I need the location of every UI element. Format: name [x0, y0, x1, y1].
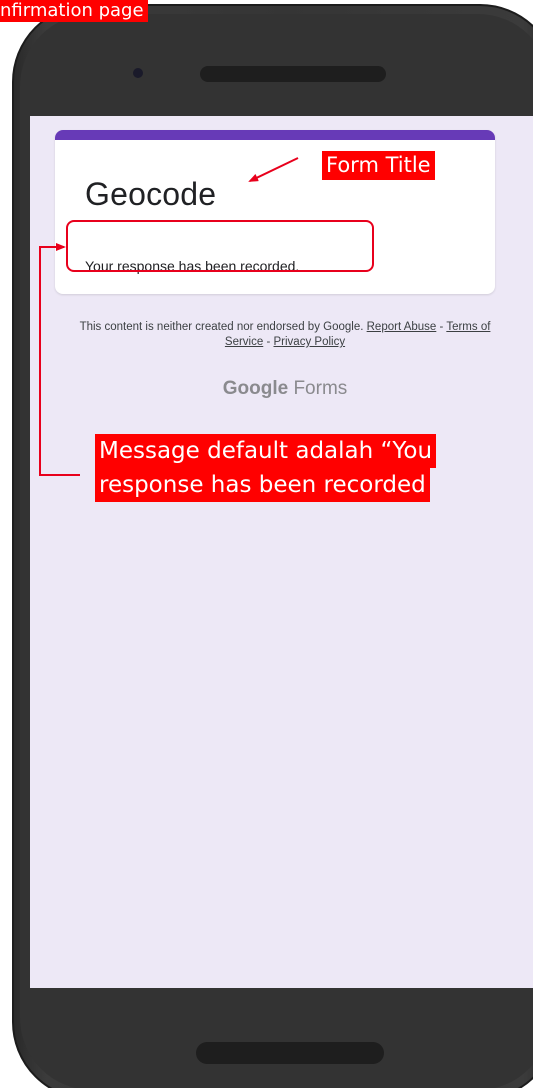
form-title-label: Form Title	[322, 151, 435, 180]
message-annotation-line-2: response has been recorded	[95, 468, 430, 502]
message-annotation-line-1: Message default adalah “You	[95, 434, 437, 468]
form-title-arrow	[248, 157, 299, 182]
stage: Geocode Your response has been recorded.…	[0, 0, 533, 1088]
message-bracket-arrow	[39, 243, 80, 476]
annotation-arrow-icon	[39, 157, 299, 476]
confirmation-page-label: nfirmation page	[0, 0, 148, 23]
